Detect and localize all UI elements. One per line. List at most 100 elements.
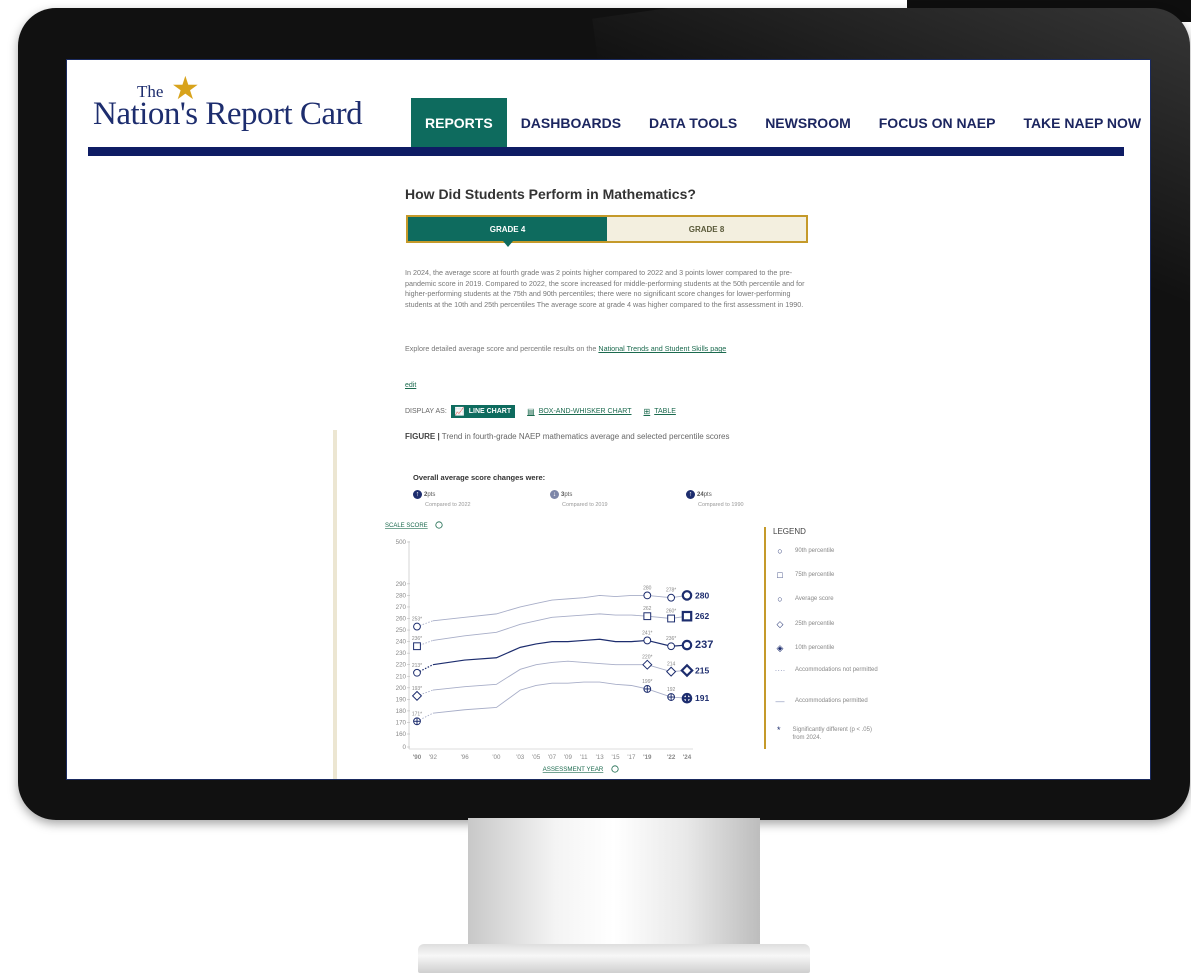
x-tick-label: '24 xyxy=(683,754,692,761)
trend-line-chart: SCALE SCORE 0 160 170 180 190 200 210 220 230 240 2… xyxy=(385,521,713,773)
change-unit: pts xyxy=(703,492,712,499)
change-unit: pts xyxy=(564,492,573,499)
main-nav: REPORTS DASHBOARDS DATA TOOLS NEWSROOM F… xyxy=(411,98,1150,147)
grade-tabs: GRADE 4 GRADE 8 xyxy=(406,215,808,247)
change-unit: pts xyxy=(427,492,436,499)
logo-wordmark: Nation's Report Card xyxy=(93,96,363,132)
nav-reports[interactable]: REPORTS xyxy=(411,98,507,147)
up-arrow-icon: ↑ xyxy=(686,490,695,499)
data-label: 278* xyxy=(666,588,676,594)
nav-focus-on-naep[interactable]: FOCUS ON NAEP xyxy=(865,98,1010,147)
report-content: How Did Students Perform in Mathematics?… xyxy=(405,186,825,418)
y-tick-label: 220 xyxy=(396,662,407,669)
change-value: 24 xyxy=(697,492,704,499)
data-label: 191 xyxy=(695,693,709,703)
data-point xyxy=(681,639,693,651)
x-tick-label: '96 xyxy=(461,754,470,761)
box-whisker-label: BOX-AND-WHISKER CHART xyxy=(538,408,632,415)
edit-link[interactable]: edit xyxy=(405,382,416,389)
data-point xyxy=(643,636,652,645)
y-tick-label: 280 xyxy=(396,592,407,599)
diamond-cross-icon: ◈ xyxy=(776,643,784,653)
y-tick-label: 190 xyxy=(396,696,407,703)
data-label: 280 xyxy=(643,585,652,591)
x-tick-label: '07 xyxy=(548,754,557,761)
box-chart-icon: ▤ xyxy=(527,407,535,416)
tab-grade-4[interactable]: GRADE 4 xyxy=(408,217,607,247)
line-chart-icon: 📈 xyxy=(454,407,465,416)
data-label: 214 xyxy=(667,662,676,668)
change-sub: Compared to 2022 xyxy=(425,502,471,508)
nav-take-naep-now[interactable]: TAKE NAEP NOW xyxy=(1009,98,1150,147)
circle-icon: ○ xyxy=(777,546,783,556)
y-tick-label: 230 xyxy=(396,650,407,657)
legend-label: Significantly different (p < .05) from 2… xyxy=(792,727,872,741)
x-tick-label: '00 xyxy=(492,754,501,761)
monitor-stand-neck xyxy=(468,818,760,948)
table-button[interactable]: ⊞ TABLE xyxy=(644,407,676,416)
x-tick-label: '17 xyxy=(627,754,636,761)
legend-label: 90th percentile xyxy=(795,548,835,554)
y-tick-label: 160 xyxy=(396,731,407,738)
monitor-screen: The ★ Nation's Report Card REPORTS DASHB… xyxy=(66,59,1151,780)
legend-significance: * Significantly different (p < .05) from … xyxy=(773,726,883,742)
figure-label: FIGURE | xyxy=(405,432,440,441)
change-vs-2019: ↓ 3pts Compared to 2019 xyxy=(550,490,608,508)
legend-75th: □ 75th percentile xyxy=(773,571,883,580)
legend-label: Accommodations not permitted xyxy=(795,667,878,673)
legend-accommodations-not-permitted: ···· Accommodations not permitted xyxy=(773,666,883,675)
data-point xyxy=(667,593,676,602)
data-point xyxy=(411,690,423,701)
figure-title-text: Trend in fourth-grade NAEP mathematics a… xyxy=(441,432,730,441)
table-icon: ⊞ xyxy=(643,407,651,416)
x-tick-label: '05 xyxy=(532,754,541,761)
data-point xyxy=(667,614,676,623)
data-point xyxy=(413,622,421,631)
line-chart-label: LINE CHART xyxy=(468,408,512,415)
nav-newsroom[interactable]: NEWSROOM xyxy=(751,98,865,147)
diamond-icon: ◇ xyxy=(776,619,784,629)
data-label: 213* xyxy=(412,663,422,669)
x-tick-label: '11 xyxy=(580,754,588,761)
y-tick-label: 270 xyxy=(396,604,407,611)
x-axis-title: ASSESSMENT YEAR xyxy=(543,766,604,773)
line-chart-button[interactable]: 📈 LINE CHART xyxy=(450,405,516,418)
y-tick-label: 0 xyxy=(403,744,407,751)
change-vs-2022: ↑ 2pts Compared to 2022 xyxy=(413,490,471,508)
figure-title: FIGURE | Trend in fourth-grade NAEP math… xyxy=(405,431,795,442)
x-tick-label: '09 xyxy=(564,754,573,761)
data-label: 241* xyxy=(642,630,652,636)
legend-10th: ◈ 10th percentile xyxy=(773,644,883,653)
nav-dashboards[interactable]: DASHBOARDS xyxy=(507,98,635,147)
data-label: 199* xyxy=(642,679,652,685)
overall-changes-label: Overall average score changes were: xyxy=(413,473,546,482)
square-icon: □ xyxy=(777,570,783,580)
data-label: 253* xyxy=(412,617,422,623)
table-label: TABLE xyxy=(654,408,676,415)
y-tick-label: 500 xyxy=(396,539,407,546)
nav-underline-bar xyxy=(88,147,1124,156)
y-tick-label: 260 xyxy=(396,616,407,623)
data-label: 262 xyxy=(643,606,652,612)
box-whisker-button[interactable]: ▤ BOX-AND-WHISKER CHART xyxy=(527,407,631,416)
x-tick-label: '13 xyxy=(596,754,605,761)
nav-data-tools[interactable]: DATA TOOLS xyxy=(635,98,751,147)
legend-label: Accommodations permitted xyxy=(795,698,868,704)
legend-label: 75th percentile xyxy=(795,572,835,578)
data-label: 237 xyxy=(695,639,713,651)
data-label: 171* xyxy=(412,711,422,717)
legend-label: 25th percentile xyxy=(795,621,835,627)
national-trends-link[interactable]: National Trends and Student Skills page xyxy=(598,344,726,353)
tab-grade-8[interactable]: GRADE 8 xyxy=(607,217,806,241)
info-icon xyxy=(611,765,619,773)
data-point xyxy=(666,666,677,677)
legend-title: LEGEND xyxy=(773,527,806,536)
up-arrow-icon: ↑ xyxy=(413,490,422,499)
legend-label: 10th percentile xyxy=(795,645,835,651)
data-label: 192 xyxy=(667,687,676,693)
y-tick-label: 250 xyxy=(396,627,407,634)
asterisk-icon: * xyxy=(777,725,781,735)
data-label: 280 xyxy=(695,590,709,600)
dotted-line-icon: ···· xyxy=(774,666,786,675)
x-tick-label: '90 xyxy=(413,754,422,761)
